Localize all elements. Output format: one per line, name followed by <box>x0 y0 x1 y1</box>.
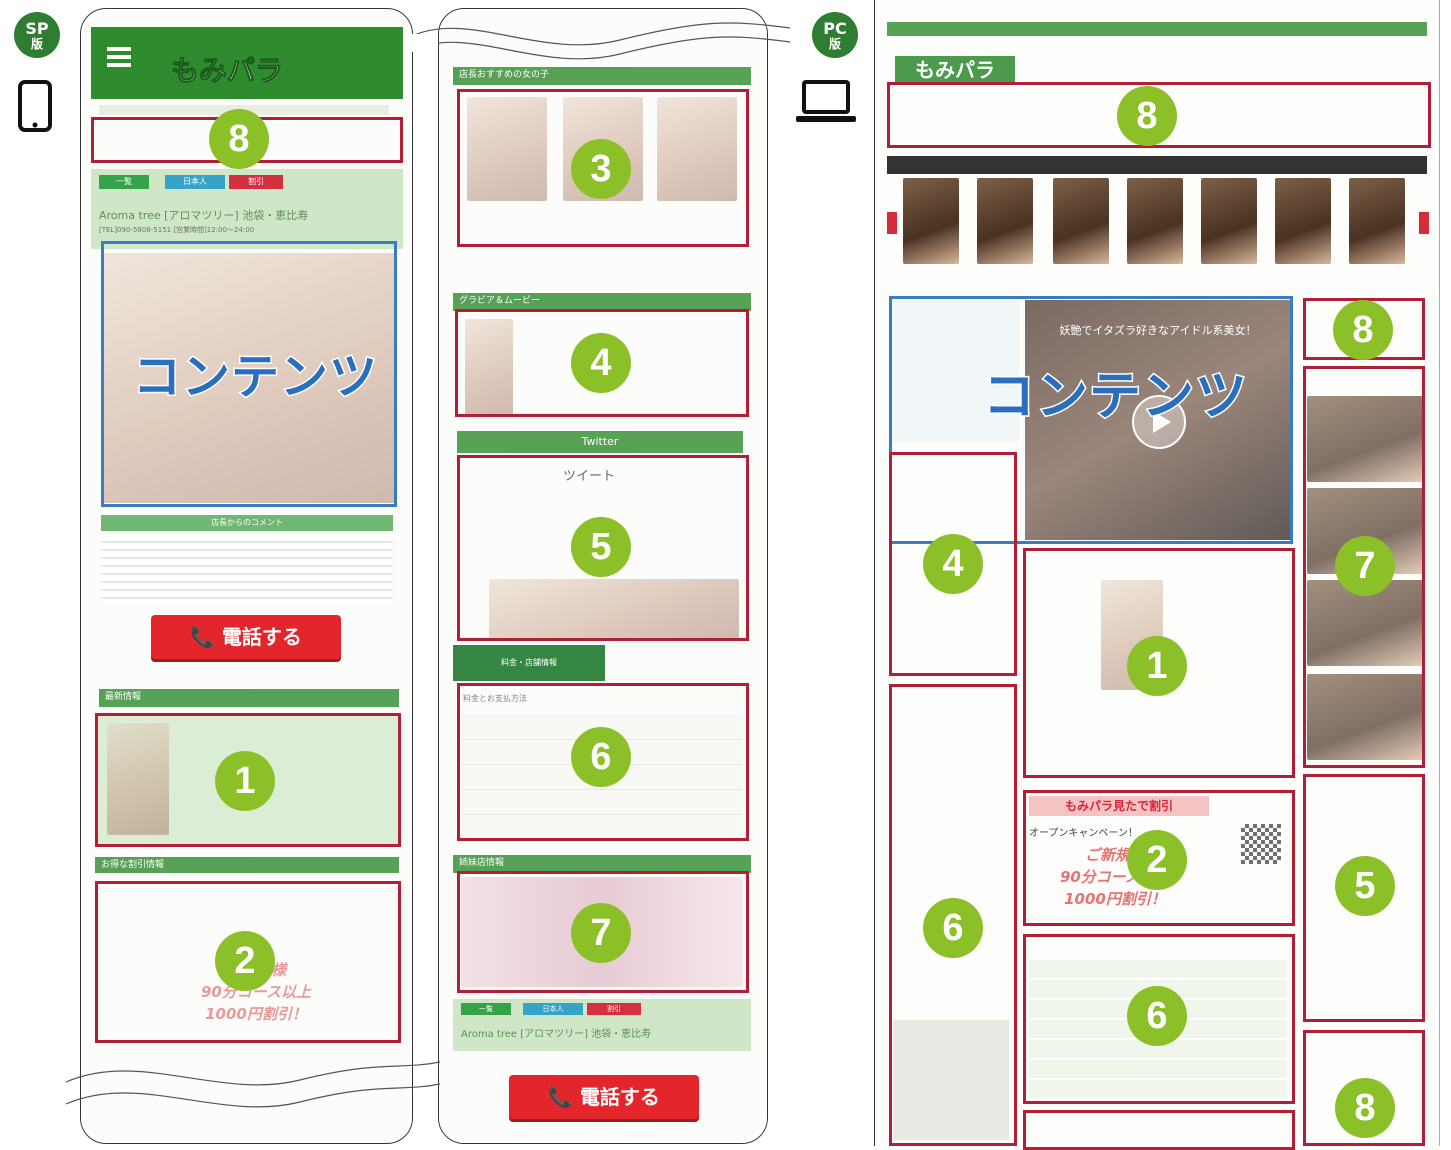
pc-badge-text: PC <box>823 19 847 38</box>
number-4-pc: 4 <box>923 534 983 594</box>
number-6-pc-main: 6 <box>1127 986 1187 1046</box>
pc-page: もみパラ 妖艶でイタズラ好きなアイドル系美女！ もみパラ見たで割引 オープンキャ… <box>874 0 1441 1150</box>
number-5-pc: 5 <box>1335 856 1395 916</box>
pc-girl-photo-5 <box>1201 178 1257 264</box>
number-7-pc: 7 <box>1335 536 1395 596</box>
pc-girl-photo-1 <box>903 178 959 264</box>
pc-logo: もみパラ <box>895 56 1015 84</box>
region-pc-bottom-partial <box>1023 1110 1295 1150</box>
pc-girl-photo-7 <box>1349 178 1405 264</box>
number-8-pc-side: 8 <box>1333 300 1393 360</box>
pc-nav-bar <box>887 156 1427 174</box>
laptop-icon <box>796 80 856 122</box>
pc-girl-photo-2 <box>977 178 1033 264</box>
number-8-pc-top: 8 <box>1117 86 1177 146</box>
pc-badge-sub: 版 <box>828 37 841 51</box>
number-2-pc: 2 <box>1127 830 1187 890</box>
number-6-pc-left: 6 <box>923 898 983 958</box>
pc-badge: PC 版 <box>812 12 858 58</box>
pc-girl-photo-6 <box>1275 178 1331 264</box>
pc-top-bar <box>887 22 1427 36</box>
pc-carousel-next[interactable] <box>1419 212 1429 234</box>
pc-girl-photo-3 <box>1053 178 1109 264</box>
number-8-pc-bottom: 8 <box>1335 1078 1395 1138</box>
contents-label-pc: コンテンツ <box>981 366 1249 429</box>
number-1-pc: 1 <box>1127 636 1187 696</box>
pc-girl-photo-4 <box>1127 178 1183 264</box>
pc-carousel-prev[interactable] <box>887 212 897 234</box>
